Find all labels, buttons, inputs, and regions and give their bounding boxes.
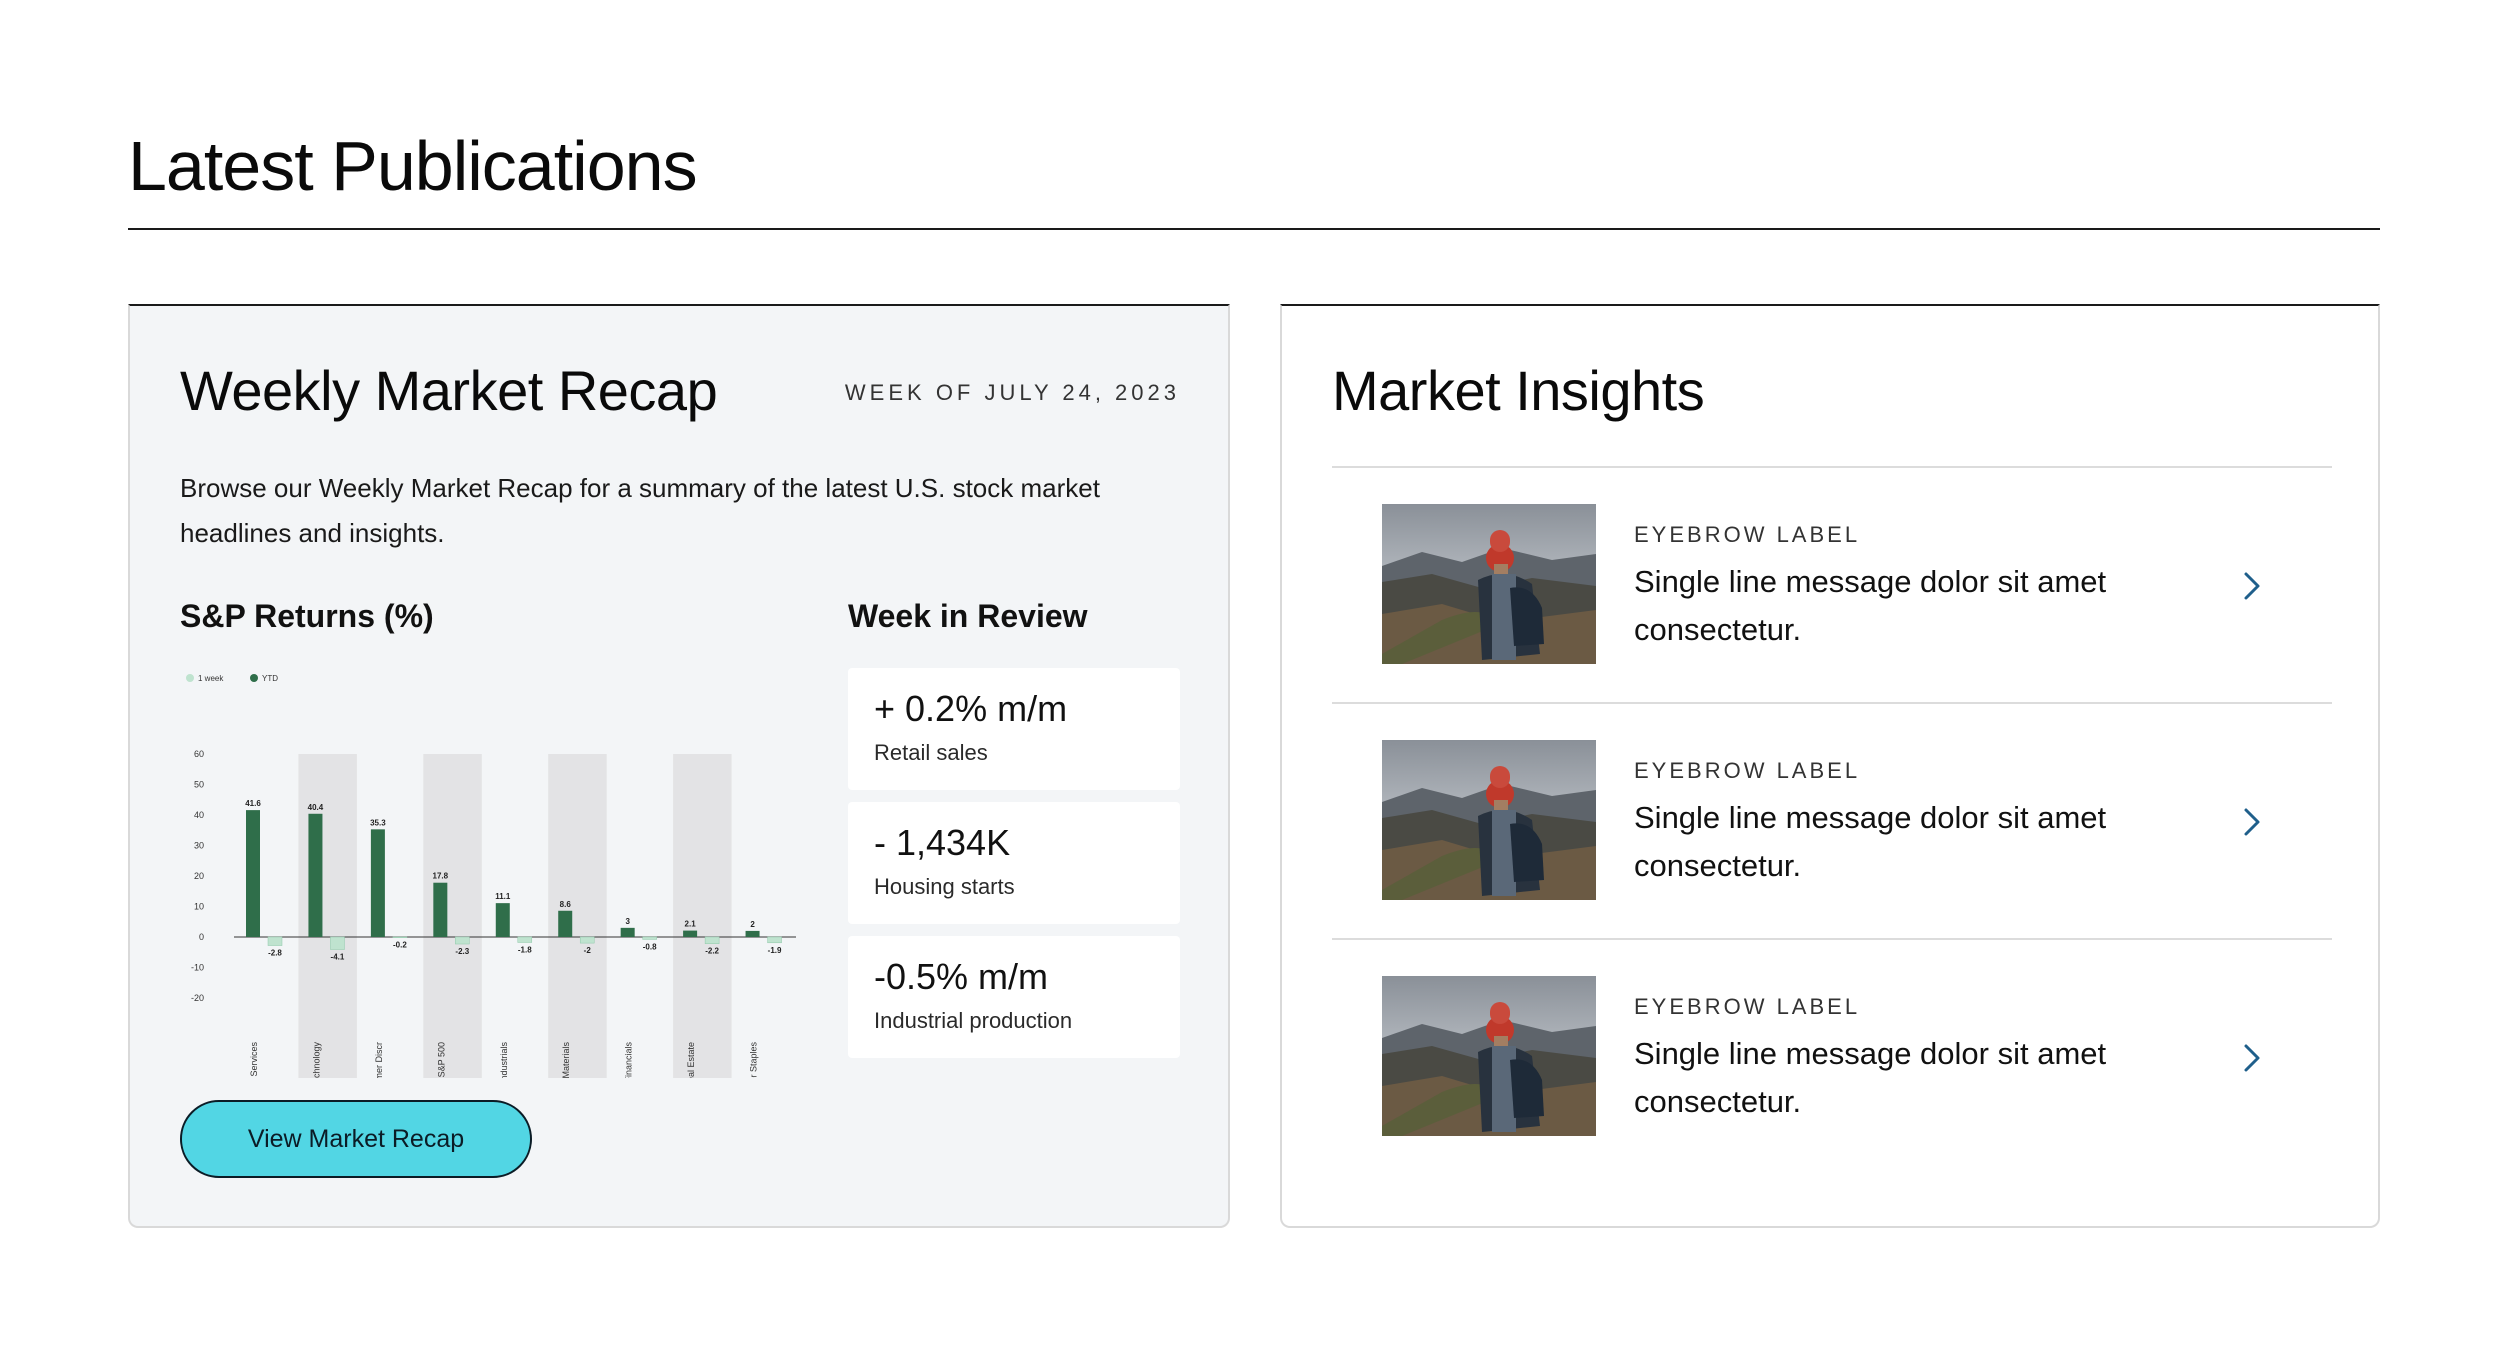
y-tick-label: -20: [191, 993, 204, 1003]
week-data-label: -0.8: [643, 942, 657, 951]
eyebrow-label: EYEBROW LABEL: [1634, 758, 1861, 783]
stat-card-industrial-production: -0.5% m/m Industrial production: [848, 936, 1180, 1058]
hiker-thumbnail-image: [1382, 740, 1596, 900]
week-bar: [642, 936, 657, 940]
page-title: Latest Publications: [128, 127, 698, 205]
week-bar: [330, 936, 345, 950]
week-data-label: -2.8: [268, 949, 282, 958]
stat-card-retail-sales: + 0.2% m/m Retail sales: [848, 668, 1180, 790]
insight-item[interactable]: EYEBROW LABEL Single line message dolor …: [1332, 466, 2332, 702]
category-label: Consumer Discr: [374, 1042, 384, 1078]
insight-message: Single line message dolor sit amet conse…: [1634, 1036, 2107, 1119]
week-data-label: -0.2: [393, 941, 407, 950]
week-bar: [704, 936, 720, 944]
legend-label-1-week: 1 week: [198, 674, 224, 683]
eyebrow-label: EYEBROW LABEL: [1634, 994, 1861, 1019]
week-bar: [767, 936, 782, 944]
week-bar: [579, 936, 595, 944]
recap-week-label: WEEK OF JULY 24, 2023: [844, 380, 1180, 405]
legend-label-ytd: YTD: [262, 674, 278, 683]
stat-label: Retail sales: [874, 740, 988, 765]
eyebrow-label: EYEBROW LABEL: [1634, 522, 1861, 547]
insight-message: Single line message dolor sit amet conse…: [1634, 564, 2107, 647]
legend-swatch-1-week: [186, 674, 194, 682]
category-label: Materials: [561, 1042, 571, 1078]
ytd-data-label: 3: [625, 917, 630, 926]
category-shade-band: [423, 754, 482, 1078]
category-label: Consumer Staples: [749, 1042, 759, 1078]
week-data-label: -4.1: [331, 953, 345, 962]
week-data-label: -1.9: [768, 946, 782, 955]
y-tick-label: 60: [194, 749, 204, 759]
chevron-right-icon[interactable]: [2236, 566, 2266, 606]
category-label: Financials: [624, 1042, 634, 1078]
y-tick-label: -10: [191, 963, 204, 973]
ytd-data-label: 35.3: [370, 818, 386, 827]
stat-label: Housing starts: [874, 874, 1015, 899]
chevron-right-icon[interactable]: [2236, 802, 2266, 842]
ytd-bar: [495, 903, 510, 937]
week-bar: [392, 936, 408, 938]
y-tick-label: 50: [194, 780, 204, 790]
stat-value: + 0.2% m/m: [874, 688, 1068, 729]
y-tick-label: 0: [199, 932, 204, 942]
category-label: Industrials: [499, 1042, 509, 1078]
stat-card-housing-starts: - 1,434K Housing starts: [848, 802, 1180, 924]
week-in-review-heading: Week in Review: [848, 598, 1088, 634]
week-bar: [517, 936, 533, 943]
insight-item[interactable]: EYEBROW LABEL Single line message dolor …: [1332, 702, 2332, 938]
ytd-bar: [683, 930, 698, 937]
week-data-label: -2.2: [705, 947, 719, 956]
category-shade-band: [548, 754, 607, 1078]
y-tick-label: 30: [194, 841, 204, 851]
sp-returns-chart: 60 50 40 30 20 10 0 -10 -20 1 week YTD 41.6 -2.8 Comm…: [186, 674, 796, 1078]
ytd-data-label: 2: [750, 920, 755, 929]
weekly-market-recap-card: Weekly Market Recap WEEK OF JULY 24, 202…: [128, 304, 1230, 1228]
ytd-bar: [433, 882, 448, 937]
chevron-right-icon[interactable]: [2236, 1038, 2266, 1078]
hiker-thumbnail-image: [1382, 504, 1596, 664]
category-label: Real Estate: [686, 1042, 696, 1078]
ytd-bar: [620, 927, 635, 937]
recap-description: Browse our Weekly Market Recap for a sum…: [180, 473, 1100, 548]
chart-heading: S&P Returns (%): [180, 598, 434, 634]
market-insights-card: Market Insights EYEBROW LABEL Single lin…: [1280, 304, 2380, 1228]
category-label: S&P 500: [436, 1042, 446, 1077]
recap-title: Weekly Market Recap: [180, 359, 718, 422]
ytd-data-label: 40.4: [308, 803, 324, 812]
title-divider: [128, 228, 2380, 230]
stat-label: Industrial production: [874, 1008, 1073, 1033]
ytd-data-label: 2.1: [685, 920, 697, 929]
week-bar: [267, 936, 283, 946]
y-tick-label: 10: [194, 902, 204, 912]
ytd-bar: [558, 910, 573, 937]
ytd-bar: [370, 829, 385, 937]
ytd-data-label: 8.6: [560, 900, 572, 909]
ytd-bar: [745, 930, 760, 937]
category-shade-band: [673, 754, 732, 1078]
hiker-thumbnail-image: [1382, 976, 1596, 1136]
insight-message: Single line message dolor sit amet conse…: [1634, 800, 2107, 883]
week-data-label: -2.3: [455, 947, 469, 956]
stat-value: -0.5% m/m: [874, 956, 1049, 997]
week-data-label: -2: [584, 946, 592, 955]
ytd-data-label: 41.6: [245, 799, 261, 808]
ytd-bar: [246, 810, 260, 937]
insight-item[interactable]: EYEBROW LABEL Single line message dolor …: [1332, 938, 2332, 1174]
view-market-recap-button[interactable]: View Market Recap: [180, 1100, 532, 1178]
ytd-data-label: 17.8: [433, 872, 449, 881]
ytd-data-label: 11.1: [495, 892, 511, 901]
week-data-label: -1.8: [518, 945, 532, 954]
category-label: Technology: [311, 1042, 321, 1078]
legend-swatch-ytd: [250, 674, 258, 682]
week-bar: [455, 936, 470, 945]
insights-title: Market Insights: [1332, 359, 1705, 422]
category-label: Comm Services: [249, 1042, 259, 1078]
y-tick-label: 20: [194, 871, 204, 881]
y-tick-label: 40: [194, 810, 204, 820]
stat-value: - 1,434K: [874, 822, 1011, 863]
ytd-bar: [308, 813, 323, 937]
